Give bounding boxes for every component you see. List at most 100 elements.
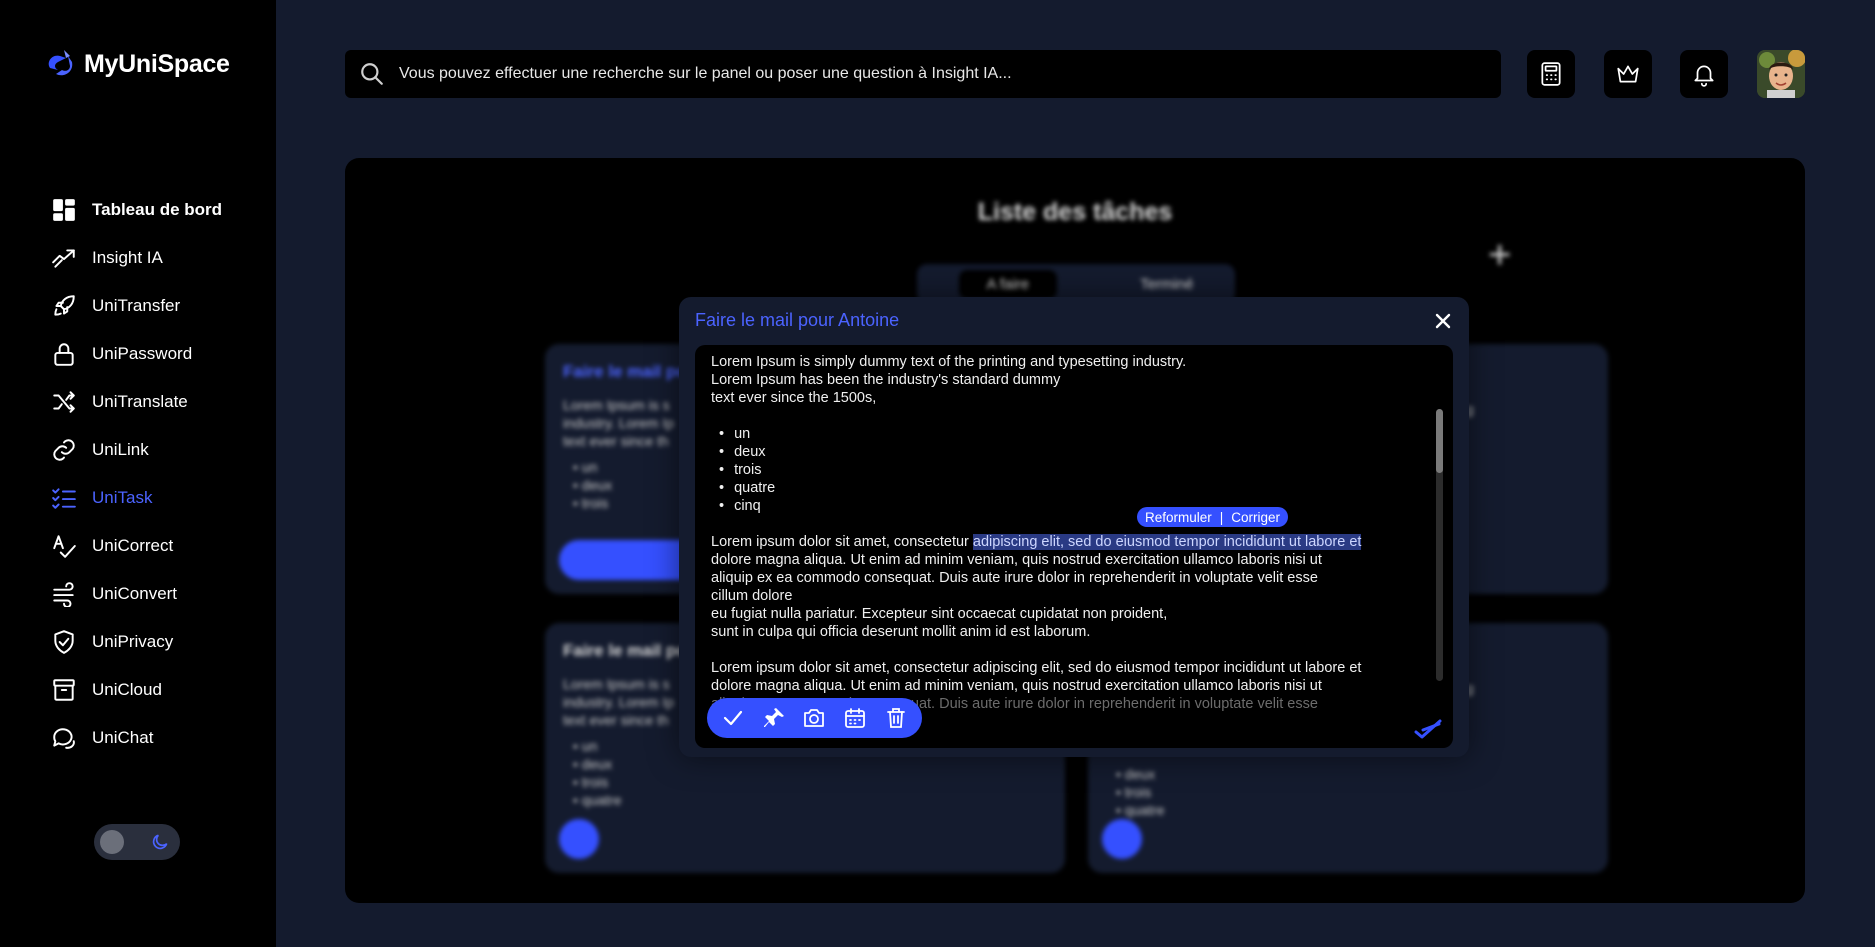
text-line: aliquip ex ea commodo consequat. Duis au… bbox=[711, 570, 1318, 586]
sidebar-item-label: UniPassword bbox=[92, 344, 193, 363]
text-line: text ever since the 1500s, bbox=[711, 390, 877, 406]
archive-icon bbox=[50, 676, 78, 704]
scrollbar-thumb[interactable] bbox=[1436, 409, 1443, 473]
trash-icon bbox=[886, 708, 905, 728]
sidebar-item-label: Insight IA bbox=[92, 248, 163, 267]
search-input[interactable]: Vous pouvez effectuer une recherche sur … bbox=[399, 65, 1012, 83]
text-line: cillum dolore bbox=[711, 588, 793, 604]
page-title: Liste des tâches bbox=[977, 198, 1173, 226]
text-line: eu fugiat nulla pariatur. Excepteur sint… bbox=[711, 606, 1168, 622]
sidebar-item-unitransfer[interactable]: UniTransfer bbox=[50, 282, 222, 330]
sidebar: MyUniSpace Tableau de bord Insight IA Un… bbox=[0, 0, 276, 947]
sidebar-item-unicorrect[interactable]: UniCorrect bbox=[50, 522, 222, 570]
text-line: Lorem Ipsum has been the industry's stan… bbox=[711, 372, 1061, 388]
done-check-icon[interactable] bbox=[1413, 718, 1443, 740]
sidebar-item-label: UniConvert bbox=[92, 584, 178, 603]
list-item: trois bbox=[573, 773, 1047, 791]
insight-icon bbox=[50, 244, 78, 272]
rocket-icon bbox=[50, 292, 78, 320]
editor-content[interactable]: Lorem Ipsum is simply dummy text of the … bbox=[711, 353, 1423, 713]
card-complete-button[interactable] bbox=[1102, 819, 1142, 859]
sidebar-item-label: UniCloud bbox=[92, 680, 162, 699]
sidebar-item-unicloud[interactable]: UniCloud bbox=[50, 666, 222, 714]
bullet-list: un deux trois quatre cinq bbox=[711, 425, 1423, 515]
list-item: un bbox=[719, 425, 1423, 443]
sidebar-item-label: UniLink bbox=[92, 440, 149, 459]
calendar-icon bbox=[845, 708, 865, 728]
sidebar-item-label: UniCorrect bbox=[92, 536, 174, 555]
reformulate-button[interactable]: Reformuler bbox=[1145, 510, 1212, 525]
screenshot-button[interactable] bbox=[800, 704, 828, 732]
task-editor[interactable]: Lorem Ipsum is simply dummy text of the … bbox=[695, 345, 1453, 748]
shuffle-icon bbox=[50, 388, 78, 416]
chat-icon bbox=[50, 724, 78, 752]
check-icon bbox=[724, 710, 743, 726]
tab-a-faire[interactable]: A faire bbox=[958, 269, 1058, 299]
selected-text[interactable]: adipiscing elit, sed do eiusmod tempor i… bbox=[972, 534, 1362, 550]
sidebar-item-unipassword[interactable]: UniPassword bbox=[50, 330, 222, 378]
sidebar-item-unilink[interactable]: UniLink bbox=[50, 426, 222, 474]
list-item: deux bbox=[573, 755, 1047, 773]
modal-title: Faire le mail pour Antoine bbox=[695, 310, 900, 330]
list-item: deux bbox=[1116, 765, 1590, 783]
theme-toggle[interactable] bbox=[94, 824, 180, 860]
list-item: cinq bbox=[719, 497, 1423, 515]
shield-icon bbox=[50, 628, 78, 656]
checklist-icon bbox=[50, 484, 78, 512]
sidebar-item-tableau-de-bord[interactable]: Tableau de bord bbox=[50, 186, 222, 234]
dashboard-icon bbox=[50, 196, 78, 224]
complete-button[interactable] bbox=[719, 704, 747, 732]
pin-button[interactable] bbox=[760, 704, 788, 732]
sidebar-item-label: UniPrivacy bbox=[92, 632, 174, 651]
delete-button[interactable] bbox=[882, 704, 910, 732]
text-line: Lorem Ipsum is simply dummy text of the … bbox=[711, 354, 1187, 370]
brand-logo[interactable]: MyUniSpace bbox=[44, 48, 230, 80]
card-complete-button[interactable] bbox=[559, 819, 599, 859]
schedule-button[interactable] bbox=[841, 704, 869, 732]
close-icon[interactable] bbox=[1431, 309, 1455, 333]
sidebar-nav: Tableau de bord Insight IA UniTransfer U… bbox=[50, 186, 222, 762]
notifications-button[interactable] bbox=[1680, 50, 1728, 98]
sidebar-item-label: UniTranslate bbox=[92, 392, 188, 411]
user-avatar-icon bbox=[1757, 50, 1805, 98]
tab-termine[interactable]: Terminé bbox=[1140, 276, 1193, 293]
sidebar-item-unichat[interactable]: UniChat bbox=[50, 714, 222, 762]
sidebar-item-unitranslate[interactable]: UniTranslate bbox=[50, 378, 222, 426]
list-item: quatre bbox=[573, 791, 1047, 809]
spellcheck-icon bbox=[50, 532, 78, 560]
lock-icon bbox=[50, 340, 78, 368]
sidebar-item-label: UniChat bbox=[92, 728, 154, 747]
sidebar-item-insight-ia[interactable]: Insight IA bbox=[50, 234, 222, 282]
selection-context-menu: Reformuler | Corriger bbox=[1137, 507, 1289, 527]
camera-icon bbox=[804, 709, 825, 727]
sidebar-item-label: UniTransfer bbox=[92, 296, 181, 315]
sidebar-item-uniprivacy[interactable]: UniPrivacy bbox=[50, 618, 222, 666]
bell-icon bbox=[1694, 65, 1714, 87]
text-line: Lorem ipsum dolor sit amet, consectetur … bbox=[711, 660, 1362, 676]
text-line: Lorem ipsum dolor sit amet, consectetur … bbox=[711, 533, 1423, 551]
add-task-button[interactable]: + bbox=[1488, 233, 1511, 278]
list-item: trois bbox=[1116, 783, 1590, 801]
convert-icon bbox=[50, 580, 78, 608]
calculator-button[interactable] bbox=[1527, 50, 1575, 98]
premium-button[interactable] bbox=[1604, 50, 1652, 98]
task-action-bar bbox=[707, 698, 922, 738]
search-icon bbox=[361, 63, 383, 85]
text-line: dolore magna aliqua. Ut enim ad minim ve… bbox=[711, 678, 1322, 694]
text-line: dolore magna aliqua. Ut enim ad minim ve… bbox=[711, 552, 1322, 568]
menu-separator: | bbox=[1219, 509, 1224, 525]
text-line: sunt in culpa qui officia deserunt molli… bbox=[711, 624, 1091, 640]
avatar[interactable] bbox=[1757, 50, 1805, 98]
logo-icon bbox=[48, 50, 73, 76]
list-item: quatre bbox=[1116, 801, 1590, 819]
card-list: deux trois quatre bbox=[1106, 765, 1590, 819]
sidebar-item-unitask[interactable]: UniTask bbox=[50, 474, 222, 522]
sidebar-item-uniconvert[interactable]: UniConvert bbox=[50, 570, 222, 618]
link-icon bbox=[50, 436, 78, 464]
text-segment: Lorem ipsum dolor sit amet, consectetur bbox=[711, 534, 973, 550]
toggle-knob bbox=[100, 830, 124, 854]
search-bar[interactable]: Vous pouvez effectuer une recherche sur … bbox=[345, 50, 1501, 98]
scrollbar[interactable] bbox=[1436, 409, 1443, 681]
correct-button[interactable]: Corriger bbox=[1231, 510, 1280, 525]
sidebar-item-label: Tableau de bord bbox=[92, 200, 223, 219]
